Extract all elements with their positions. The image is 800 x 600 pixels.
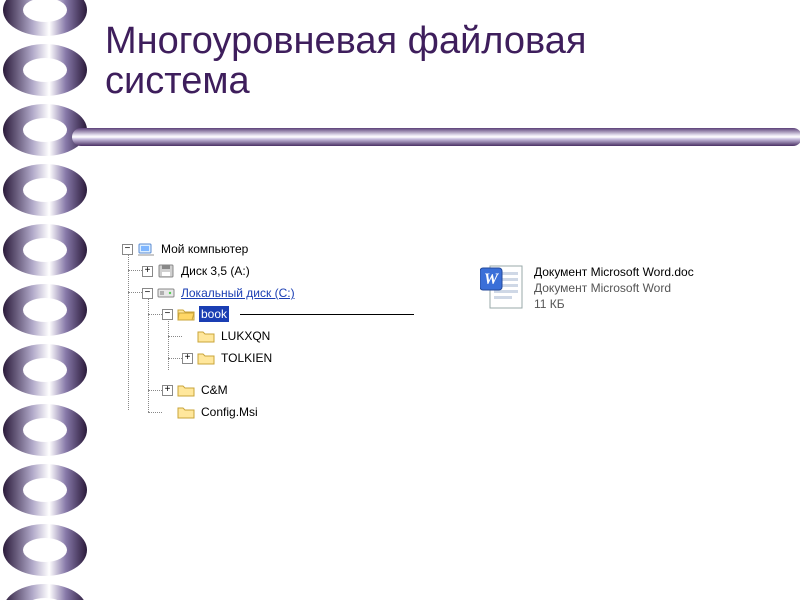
folder-icon	[177, 404, 195, 420]
tree-node-cm[interactable]: + C&M	[162, 382, 230, 398]
collapse-icon[interactable]: −	[142, 288, 153, 299]
folder-icon	[197, 350, 215, 366]
horizontal-rule	[72, 128, 800, 146]
tree-label: C&M	[199, 382, 230, 398]
disk-icon	[157, 284, 175, 302]
tree-label: Мой компьютер	[159, 241, 250, 257]
connector-line	[240, 314, 414, 315]
tree-node-lukxqn[interactable]: LUKXQN	[182, 328, 272, 344]
expand-icon[interactable]: +	[142, 266, 153, 277]
expand-icon[interactable]: +	[182, 353, 193, 364]
folder-open-icon	[177, 306, 195, 322]
tree-label: TOLKIEN	[219, 350, 274, 366]
folder-icon	[177, 382, 195, 398]
slide-title: Многоуровневая файловаясистема	[105, 22, 587, 102]
folder-icon	[197, 328, 215, 344]
tree-label: Диск 3,5 (A:)	[179, 263, 252, 279]
tree-label: Локальный диск (С:)	[179, 285, 297, 301]
tree-label: LUKXQN	[219, 328, 272, 344]
document-item[interactable]: W Документ Microsoft Word.doc Документ M…	[480, 264, 694, 313]
collapse-icon[interactable]: −	[122, 244, 133, 255]
expand-icon[interactable]: +	[162, 385, 173, 396]
tree-node-floppy[interactable]: + Диск 3,5 (A:)	[142, 262, 252, 280]
tree-label-selected: book	[199, 306, 229, 322]
document-type: Документ Microsoft Word	[534, 280, 694, 296]
tree-node-config[interactable]: Config.Msi	[162, 404, 260, 420]
tree-node-my-computer[interactable]: − Мой компьютер	[122, 240, 250, 258]
document-filename: Документ Microsoft Word.doc	[534, 264, 694, 280]
tree-node-local-disk[interactable]: − Локальный диск (С:)	[142, 284, 297, 302]
word-icon: W	[480, 264, 526, 310]
svg-text:W: W	[484, 271, 500, 288]
tree-node-tolkien[interactable]: + TOLKIEN	[182, 350, 274, 366]
tree-node-book[interactable]: − book	[162, 306, 229, 322]
tree-label: Config.Msi	[199, 404, 260, 420]
document-size: 11 КБ	[534, 296, 694, 312]
file-tree[interactable]: − Мой компьютер + Диск 3,5 (A:) − Локаль…	[122, 240, 722, 440]
collapse-icon[interactable]: −	[162, 309, 173, 320]
floppy-icon	[157, 262, 175, 280]
computer-icon	[137, 240, 155, 258]
spiral-binding: // generate coils via DOM since inline r…	[0, 0, 90, 600]
